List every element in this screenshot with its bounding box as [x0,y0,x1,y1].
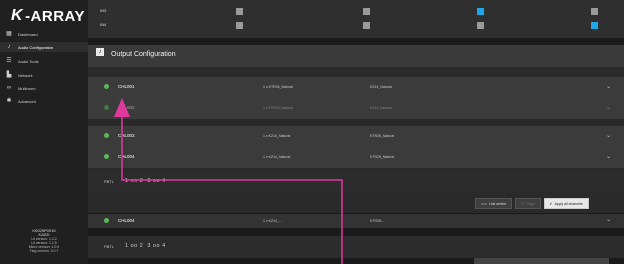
arrow-head [114,98,130,117]
annotation-arrow [114,98,343,264]
arrow-line [121,110,343,264]
